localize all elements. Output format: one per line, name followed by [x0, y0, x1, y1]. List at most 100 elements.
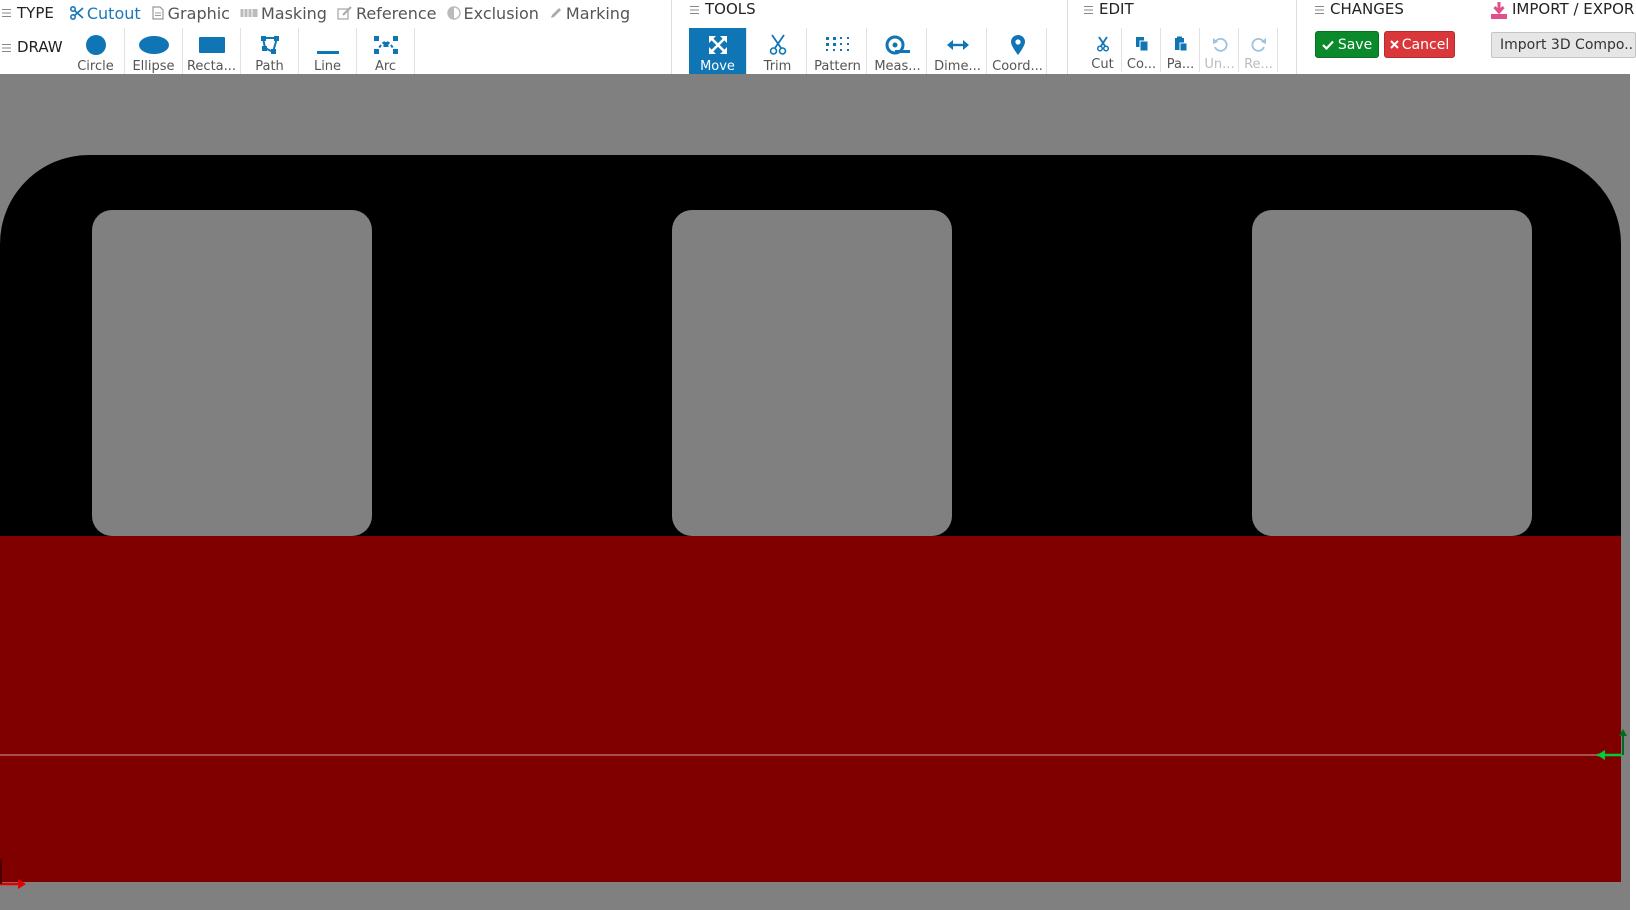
tool-measure-label: Meas... [874, 59, 921, 74]
edit-paste-button[interactable]: Pa... [1162, 28, 1200, 72]
drag-handle-icon[interactable] [2, 43, 11, 52]
type-row: TYPE Cutout Graphic Masking Reference Ex… [2, 2, 640, 24]
edit-title-text: EDIT [1099, 0, 1134, 18]
copy-icon [1135, 32, 1149, 55]
tool-pattern-label: Pattern [814, 59, 861, 74]
scissors-icon [69, 6, 84, 20]
edit-section-title: EDIT [1084, 0, 1134, 18]
import-3d-component-select[interactable]: Import 3D Compo.. [1491, 32, 1636, 58]
cutout-window-right[interactable] [1252, 210, 1532, 536]
tool-move-button[interactable]: Move [689, 28, 747, 74]
draw-label-text: DRAW [17, 38, 63, 56]
edit-redo-button[interactable]: Re... [1240, 28, 1278, 72]
line-icon [316, 32, 340, 57]
tools-section-title: TOOLS [690, 0, 756, 18]
ellipse-icon [138, 32, 170, 57]
edit-copy-button[interactable]: Co... [1123, 28, 1161, 72]
draw-path-label: Path [255, 59, 284, 74]
tool-measure-button[interactable]: Meas... [869, 28, 927, 74]
type-exclusion-label: Exclusion [463, 3, 539, 23]
undo-icon [1212, 32, 1228, 55]
cancel-label: Cancel [1401, 36, 1450, 53]
type-masking-label: Masking [260, 3, 327, 23]
tool-trim-button[interactable]: Trim [749, 28, 807, 74]
checkmark-icon [1322, 40, 1334, 50]
download-icon [1491, 1, 1507, 19]
save-button[interactable]: Save [1315, 31, 1379, 58]
toolbar-divider [1296, 0, 1297, 74]
masking-tape-icon [240, 6, 258, 20]
type-reference-label: Reference [355, 3, 437, 23]
path-icon [259, 32, 281, 57]
import-export-title-text: IMPORT / EXPOR [1512, 0, 1635, 18]
tool-coordinate-button[interactable]: Coord... [989, 28, 1047, 74]
type-exclusion[interactable]: Exclusion [446, 3, 539, 23]
drag-handle-icon[interactable] [690, 5, 699, 14]
draw-ellipse-label: Ellipse [132, 59, 175, 74]
pencil-icon [549, 6, 563, 20]
changes-title-text: CHANGES [1330, 0, 1404, 18]
edit-redo-label: Re... [1244, 57, 1273, 72]
drawing-canvas[interactable] [0, 74, 1636, 910]
half-circle-icon [446, 6, 461, 20]
scissors-icon [1096, 32, 1110, 55]
edit-undo-label: Un... [1204, 57, 1235, 72]
tools-title-text: TOOLS [705, 0, 756, 18]
type-cutout-label: Cutout [86, 3, 141, 23]
tool-dimension-button[interactable]: Dime... [929, 28, 987, 74]
scissors-icon [768, 32, 788, 57]
drag-handle-icon[interactable] [1084, 5, 1093, 14]
edit-cut-button[interactable]: Cut [1084, 28, 1122, 72]
redo-icon [1251, 32, 1267, 55]
edit-paste-label: Pa... [1166, 57, 1195, 72]
draw-label: DRAW [2, 38, 63, 56]
draw-line-button[interactable]: Line [299, 28, 357, 74]
canvas-scrollbar[interactable] [1630, 74, 1636, 910]
circle-icon [85, 32, 107, 57]
import-export-section-title: IMPORT / EXPOR [1491, 0, 1634, 19]
type-graphic[interactable]: Graphic [151, 4, 230, 23]
cancel-button[interactable]: Cancel [1384, 31, 1455, 58]
cutout-window-middle[interactable] [672, 210, 952, 536]
draw-arc-button[interactable]: Arc [357, 28, 415, 74]
toolbar-divider [671, 0, 672, 74]
part-body-bottom[interactable] [0, 536, 1621, 882]
edit-square-icon [337, 6, 353, 20]
draw-circle-button[interactable]: Circle [67, 28, 125, 74]
type-cutout[interactable]: Cutout [69, 3, 141, 23]
toolbar: TYPE Cutout Graphic Masking Reference Ex… [0, 0, 1636, 74]
close-icon [1390, 40, 1399, 49]
tape-measure-icon [885, 32, 911, 57]
move-arrows-icon [707, 32, 729, 57]
tool-dimension-label: Dime... [934, 59, 981, 74]
drag-handle-icon[interactable] [2, 9, 11, 17]
edit-copy-label: Co... [1126, 57, 1157, 72]
type-reference[interactable]: Reference [337, 4, 437, 23]
paste-icon [1174, 32, 1188, 55]
tool-pattern-button[interactable]: Pattern [809, 28, 867, 74]
edit-undo-button[interactable]: Un... [1201, 28, 1239, 72]
import-select-value: Import 3D Compo.. [1500, 37, 1634, 53]
type-marking[interactable]: Marking [549, 4, 630, 23]
draw-ellipse-button[interactable]: Ellipse [125, 28, 183, 74]
edit-cut-label: Cut [1091, 57, 1114, 72]
double-arrow-icon [946, 32, 970, 57]
draw-rectangle-label: Recta... [186, 59, 237, 74]
cutout-window-left[interactable] [92, 210, 372, 536]
canvas-drawing [0, 155, 1627, 889]
draw-rectangle-button[interactable]: Recta... [183, 28, 241, 74]
changes-section-title: CHANGES [1315, 0, 1404, 18]
arc-icon [373, 32, 399, 57]
draw-circle-label: Circle [77, 59, 114, 74]
draw-line-label: Line [313, 59, 342, 74]
tool-coordinate-label: Coord... [992, 59, 1043, 74]
type-marking-label: Marking [565, 3, 631, 23]
toolbar-divider [1067, 0, 1068, 74]
draw-path-button[interactable]: Path [241, 28, 299, 74]
save-label: Save [1337, 36, 1373, 53]
file-icon [151, 6, 165, 20]
type-graphic-label: Graphic [167, 3, 230, 23]
type-masking[interactable]: Masking [240, 4, 327, 23]
rectangle-icon [198, 32, 226, 57]
drag-handle-icon[interactable] [1315, 5, 1324, 14]
